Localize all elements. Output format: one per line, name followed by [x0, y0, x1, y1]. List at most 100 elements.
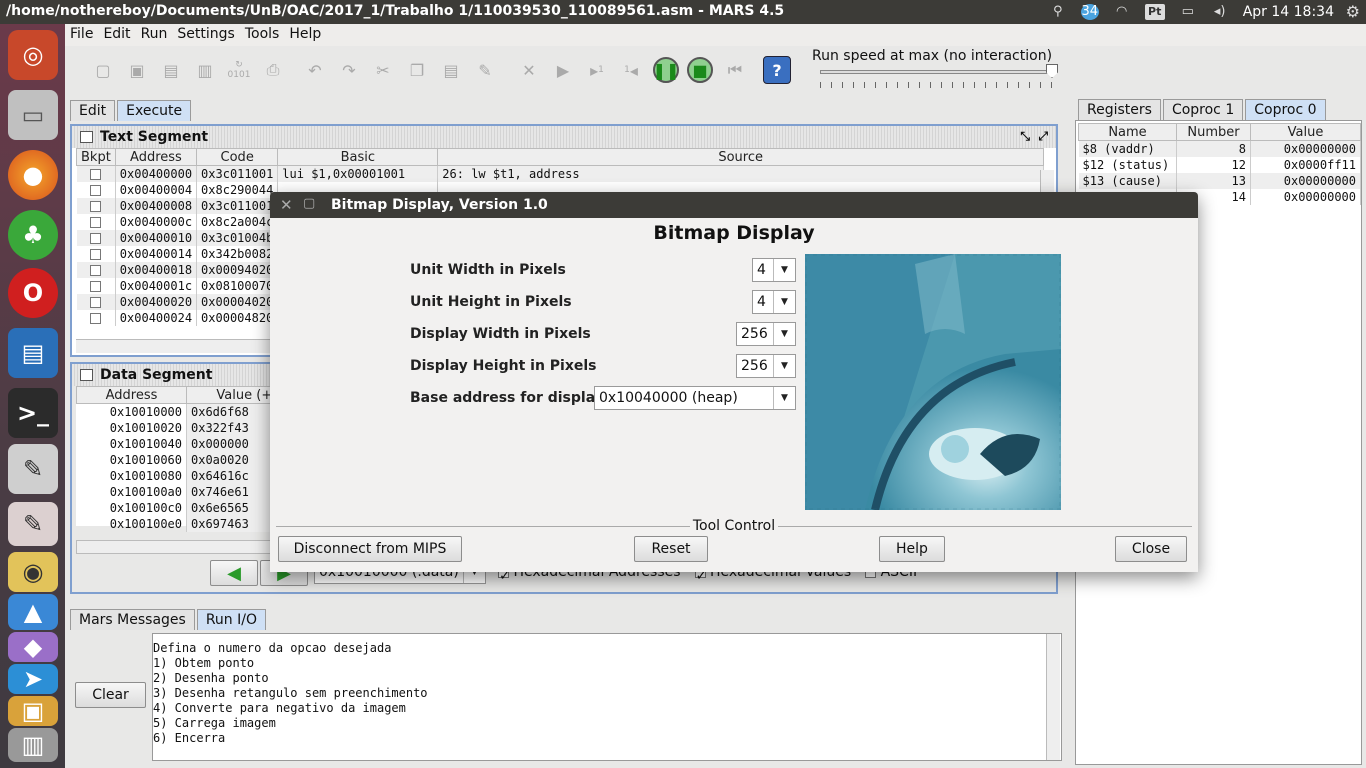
- close-button[interactable]: Close: [1115, 536, 1187, 562]
- tab-coproc0[interactable]: Coproc 0: [1245, 99, 1326, 120]
- run-speed-slider[interactable]: [820, 70, 1052, 74]
- tab-coproc1[interactable]: Coproc 1: [1162, 99, 1244, 120]
- table-row[interactable]: 0x00400000 0x3c011001 lui $1,0x00001001 26:…: [76, 165, 1044, 182]
- minimize-frame-icon[interactable]: ⤡: [1020, 129, 1030, 144]
- terminal-icon[interactable]: >_: [8, 388, 58, 438]
- text-editor-2-icon[interactable]: ✎: [8, 502, 58, 546]
- tab-run-io[interactable]: Run I/O: [196, 609, 266, 630]
- breakpoint-checkbox[interactable]: [76, 181, 116, 198]
- cut-icon[interactable]: ✂: [369, 56, 397, 84]
- dvd-icon[interactable]: ◉: [8, 552, 58, 592]
- archive-icon[interactable]: ▣: [8, 696, 58, 726]
- redo-icon[interactable]: ↷: [335, 56, 363, 84]
- help-icon[interactable]: ?: [763, 56, 791, 84]
- menu-file[interactable]: File: [65, 24, 98, 42]
- open-file-icon[interactable]: ▣: [123, 56, 151, 84]
- unit-width-select[interactable]: 4 ▼: [752, 258, 796, 282]
- col-basic[interactable]: Basic: [277, 148, 439, 166]
- menu-tools[interactable]: Tools: [240, 24, 285, 42]
- maximize-frame-icon[interactable]: ⤢: [1038, 129, 1048, 144]
- run-speed-slider-thumb[interactable]: [1046, 64, 1058, 78]
- col-data-address[interactable]: Address: [76, 386, 187, 404]
- opera-icon[interactable]: O: [8, 268, 58, 318]
- col-address[interactable]: Address: [114, 148, 198, 166]
- pause-icon[interactable]: ❚❚: [653, 57, 679, 83]
- tab-execute[interactable]: Execute: [117, 100, 192, 121]
- breakpoint-checkbox[interactable]: [76, 213, 116, 230]
- backstep-icon[interactable]: 1 ◂: [617, 56, 645, 84]
- table-row[interactable]: $8 (vaddr) 8 0x00000000: [1078, 140, 1361, 157]
- data-row-address: 0x10010000: [76, 403, 187, 420]
- reset-icon[interactable]: ⏮: [721, 56, 749, 84]
- disconnect-button[interactable]: Disconnect from MIPS: [278, 536, 462, 562]
- run-io-console[interactable]: Defina o numero da opcao desejada 1) Obte…: [152, 633, 1062, 761]
- input-method-icon[interactable]: ⚲: [1049, 4, 1067, 20]
- display-height-select[interactable]: 256 ▼: [736, 354, 796, 378]
- breakpoint-checkbox[interactable]: [76, 277, 116, 294]
- breakpoint-checkbox[interactable]: [76, 309, 116, 326]
- menu-run[interactable]: Run: [136, 24, 173, 42]
- breakpoint-checkbox[interactable]: [76, 165, 116, 182]
- tab-mars-messages[interactable]: Mars Messages: [70, 609, 195, 630]
- assemble-tools-icon[interactable]: ✕: [515, 56, 543, 84]
- breakpoint-checkbox[interactable]: [76, 245, 116, 262]
- unit-height-select[interactable]: 4 ▼: [752, 290, 796, 314]
- run-icon[interactable]: ▶: [549, 56, 577, 84]
- table-row[interactable]: $12 (status) 12 0x0000ff11: [1078, 156, 1361, 173]
- breakpoint-checkbox[interactable]: [76, 229, 116, 246]
- col-reg-name[interactable]: Name: [1078, 123, 1177, 141]
- breakpoint-checkbox[interactable]: [76, 293, 116, 310]
- text-editor-icon[interactable]: ✎: [8, 444, 58, 494]
- col-bkpt[interactable]: Bkpt: [76, 148, 116, 166]
- telegram-icon[interactable]: ➤: [8, 664, 58, 694]
- menu-settings[interactable]: Settings: [172, 24, 239, 42]
- help-button[interactable]: Help: [879, 536, 945, 562]
- breakpoint-checkbox[interactable]: [76, 261, 116, 278]
- dialog-close-icon[interactable]: ✕: [280, 196, 293, 214]
- table-row[interactable]: $13 (cause) 13 0x00000000: [1078, 172, 1361, 189]
- reset-button[interactable]: Reset: [634, 536, 708, 562]
- tab-registers[interactable]: Registers: [1078, 99, 1161, 120]
- menu-edit[interactable]: Edit: [98, 24, 135, 42]
- store-icon[interactable]: ▲: [8, 594, 58, 630]
- wifi-icon[interactable]: ◠: [1113, 4, 1131, 20]
- dialog-maximize-icon[interactable]: ▢: [303, 196, 315, 211]
- clear-button[interactable]: Clear: [75, 682, 146, 708]
- print-icon[interactable]: ⎙: [259, 56, 287, 84]
- power-gear-icon[interactable]: ⚙: [1346, 2, 1360, 21]
- libreoffice-icon[interactable]: ▤: [8, 328, 58, 378]
- base-address-select[interactable]: 0x10040000 (heap) ▼: [594, 386, 796, 410]
- find-replace-icon[interactable]: ✎: [471, 56, 499, 84]
- notification-badge-icon[interactable]: 34: [1080, 4, 1099, 20]
- meld-icon[interactable]: ♣: [8, 210, 58, 260]
- tab-edit[interactable]: Edit: [70, 100, 116, 121]
- col-code[interactable]: Code: [196, 148, 279, 166]
- keyboard-layout-indicator[interactable]: Pt: [1144, 4, 1165, 20]
- undo-icon[interactable]: ↶: [301, 56, 329, 84]
- display-width-select[interactable]: 256 ▼: [736, 322, 796, 346]
- files-icon[interactable]: ▭: [8, 90, 58, 140]
- breakpoint-checkbox[interactable]: [76, 197, 116, 214]
- run-io-scrollbar[interactable]: [1046, 634, 1060, 760]
- volume-icon[interactable]: ◂): [1211, 4, 1229, 20]
- col-source[interactable]: Source: [437, 148, 1044, 166]
- prev-data-button[interactable]: ◀: [210, 560, 258, 586]
- paste-icon[interactable]: ▤: [437, 56, 465, 84]
- save-icon[interactable]: ▤: [157, 56, 185, 84]
- new-file-icon[interactable]: ▢: [89, 56, 117, 84]
- step-icon[interactable]: ▸ 1: [583, 56, 611, 84]
- stop-icon[interactable]: ■: [687, 57, 713, 83]
- trash-icon[interactable]: ▥: [8, 728, 58, 762]
- copy-icon[interactable]: ❐: [403, 56, 431, 84]
- col-reg-number[interactable]: Number: [1176, 123, 1251, 141]
- clock[interactable]: Apr 14 18:34: [1243, 4, 1334, 20]
- battery-icon[interactable]: ▭: [1179, 4, 1197, 20]
- ubuntu-dash-icon[interactable]: ◎: [8, 30, 58, 80]
- menu-help[interactable]: Help: [284, 24, 326, 42]
- save-as-icon[interactable]: ▥: [191, 56, 219, 84]
- register-tabs: Registers Coproc 1 Coproc 0: [1078, 99, 1326, 120]
- app-icon[interactable]: ◆: [8, 632, 58, 662]
- col-reg-value[interactable]: Value: [1250, 123, 1361, 141]
- assemble-icon[interactable]: ↻ 0101: [225, 56, 253, 84]
- firefox-icon[interactable]: ●: [8, 150, 58, 200]
